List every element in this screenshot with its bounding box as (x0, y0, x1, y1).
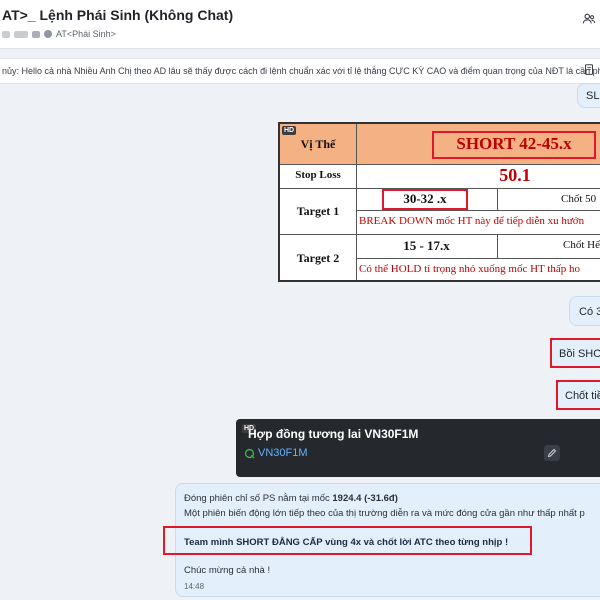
chat-header: AT>_ Lệnh Phái Sinh (Không Chat) AT<Phái… (0, 0, 600, 49)
index-close-value: 1924.4 (-31.6đ) (332, 493, 398, 504)
stop-loss-value: 50.1 (499, 165, 531, 185)
message-text: SL I (586, 90, 600, 102)
target2-note: Có thể HOLD tỉ trọng nhỏ xuống mốc HT th… (359, 263, 580, 275)
message-bubble-co[interactable]: Có 3 (569, 296, 600, 326)
pencil-icon (547, 448, 557, 458)
grid-line (356, 124, 357, 280)
grid-line (497, 188, 498, 210)
edit-button[interactable] (544, 445, 560, 461)
contract-card[interactable]: HD Hợp đồng tương lai VN30F1M VN30F1M (236, 419, 600, 477)
message-text: Có 3 (579, 306, 600, 318)
members-icon[interactable] (582, 12, 596, 26)
target1-action: Chốt 50 (561, 193, 597, 205)
target1-value: 30-32 .x (403, 191, 447, 206)
target2-value: 15 - 17.x (403, 238, 450, 253)
target2-action: Chốt Hế (563, 239, 600, 251)
grid-line (356, 210, 600, 211)
grid-line (497, 234, 498, 258)
blurred-tag (32, 30, 40, 38)
breadcrumb[interactable]: AT<Phái Sinh> (56, 29, 116, 39)
blurred-name (14, 30, 28, 38)
grid-line (280, 234, 600, 235)
pinned-list-icon[interactable] (582, 63, 596, 77)
contract-title: Hợp đồng tương lai VN30F1M (248, 427, 419, 441)
blurred-avatar (2, 30, 10, 38)
summary-line-2: Một phiên biến động lớn tiếp theo của th… (184, 508, 585, 519)
message-bubble-sl[interactable]: SL I (577, 83, 600, 108)
channel-avatar-icon (44, 30, 52, 38)
contract-code-link[interactable]: VN30F1M (244, 447, 308, 459)
target1-note: BREAK DOWN mốc HT này để tiếp diễn xu hư… (359, 215, 585, 227)
trade-plan-image[interactable]: HD Vị Thế SHORT 42-45.x Stop Loss 50.1 T… (278, 122, 600, 282)
target2-label: Target 2 (296, 251, 340, 265)
summary-line-1: Đóng phiên chỉ số PS nằm tại mốc 1924.4 … (184, 493, 398, 504)
grid-line (356, 258, 600, 259)
summary-prefix: Đóng phiên chỉ số PS nằm tại mốc (184, 493, 333, 504)
channel-subtitle: AT<Phái Sinh> (2, 27, 116, 41)
hd-badge: HD (282, 126, 297, 135)
position-label: Vị Thế (300, 137, 336, 151)
quote-icon (244, 448, 255, 459)
position-value: SHORT 42-45.x (456, 134, 572, 153)
highlight-frame (556, 380, 600, 410)
pinned-message-text: nủy: Hello cả nhà Nhiều Anh Chị theo AD … (2, 66, 600, 76)
contract-code: VN30F1M (258, 447, 308, 459)
pinned-message-bar[interactable]: nủy: Hello cả nhà Nhiều Anh Chị theo AD … (0, 58, 600, 84)
channel-title[interactable]: AT>_ Lệnh Phái Sinh (Không Chat) (2, 7, 233, 23)
highlight-frame (550, 338, 600, 368)
target1-label: Target 1 (296, 204, 340, 218)
message-timestamp: 14:48 (184, 582, 205, 591)
highlight-frame (163, 526, 532, 555)
stop-loss-label: Stop Loss (295, 169, 341, 181)
summary-line-4: Chúc mừng cả nhà ! (184, 565, 271, 576)
